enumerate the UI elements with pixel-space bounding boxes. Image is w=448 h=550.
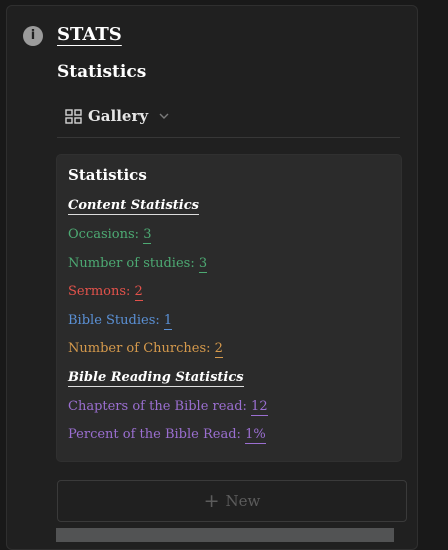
view-selector[interactable]: Gallery [65, 107, 170, 125]
churches-row: Number of Churches: 2 [68, 341, 223, 358]
bible-studies-row: Bible Studies: 1 [68, 313, 173, 330]
chapters-row: Chapters of the Bible read: 12 [68, 399, 268, 416]
sermons-row: Sermons: 2 [68, 284, 143, 301]
card-title: Statistics [68, 166, 147, 184]
sermons-label: Sermons: [68, 284, 131, 299]
occasions-row: Occasions: 3 [68, 227, 152, 244]
bible-studies-label: Bible Studies: [68, 313, 160, 328]
new-button-label: New [225, 492, 261, 510]
churches-label: Number of Churches: [68, 341, 211, 356]
percent-label: Percent of the Bible Read: [68, 427, 241, 442]
occasions-label: Occasions: [68, 227, 140, 242]
percent-value: 1% [245, 427, 266, 444]
percent-row: Percent of the Bible Read: 1% [68, 427, 266, 444]
statistics-card[interactable]: Statistics Content Statistics Occasions:… [57, 155, 401, 461]
sermons-value: 2 [134, 284, 143, 301]
studies-value: 3 [198, 256, 208, 273]
bible-reading-heading: Bible Reading Statistics [68, 370, 244, 387]
plus-icon: + [203, 489, 220, 512]
page-title: STATS [57, 24, 122, 45]
studies-row: Number of studies: 3 [68, 256, 208, 273]
page-subtitle: Statistics [57, 62, 147, 82]
chevron-down-icon [159, 113, 169, 119]
info-icon: i [23, 26, 43, 46]
occasions-value: 3 [143, 227, 152, 244]
view-label: Gallery [88, 107, 149, 125]
horizontal-scrollbar[interactable] [56, 528, 394, 542]
content-statistics-heading: Content Statistics [68, 198, 199, 215]
chapters-value: 12 [251, 399, 268, 416]
churches-value: 2 [214, 341, 223, 358]
view-toolbar: Gallery [57, 99, 400, 138]
gallery-icon [65, 108, 82, 124]
bible-studies-value: 1 [163, 313, 173, 330]
studies-label: Number of studies: [68, 256, 195, 271]
chapters-label: Chapters of the Bible read: [68, 399, 247, 414]
new-button[interactable]: + New [57, 480, 407, 522]
